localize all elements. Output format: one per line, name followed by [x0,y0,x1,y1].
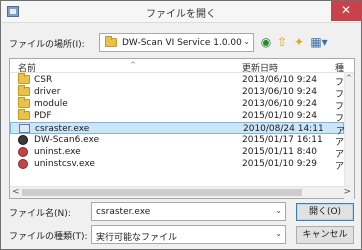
new-folder-icon[interactable]: ✦ [292,35,306,49]
file-name: module [34,99,68,109]
open-file-dialog: ファイルを開く ✕ ファイルの場所(I): DW-Scan VI Service… [0,0,362,250]
location-row: ファイルの場所(I): DW-Scan VI Service 1.0.00 ⌄ … [9,33,359,53]
file-date: 2015/01/17 16:11 [242,135,323,145]
file-date: 2015/01/10 9:24 [242,111,317,121]
scroll-thumb[interactable] [22,189,302,196]
cancel-button[interactable]: キャンセル [296,226,354,244]
file-row[interactable]: CSR 2013/06/10 9:24 フ [10,73,344,88]
file-date: 2013/06/10 9:24 [242,99,317,109]
file-date: 2013/06/10 9:24 [242,75,317,85]
filename-label: ファイル名(N): [9,209,71,219]
location-label: ファイルの場所(I): [9,40,85,50]
close-button[interactable]: ✕ [331,1,361,21]
scroll-right-icon[interactable]: > [343,187,351,197]
scroll-up-icon[interactable]: ^ [346,74,352,82]
column-modified[interactable]: 更新日時 [242,61,278,74]
file-row[interactable]: PDF 2015/01/10 9:24 フ [10,109,344,124]
chevron-down-icon: ⌄ [275,229,282,238]
filetype-value: 実行可能なファイル [96,233,178,243]
file-type: ア [335,162,345,172]
title-bar: ファイルを開く ✕ [1,1,361,23]
list-header: 名前 ^ 更新日時 種 [10,59,354,74]
sort-icon: ^ [130,61,136,69]
file-row[interactable]: module 2013/06/10 9:24 フ [10,97,344,112]
filetype-label: ファイルの種類(T): [9,232,88,242]
filename-field[interactable]: csraster.exe ⌄ [91,202,286,221]
file-name: driver [34,87,61,97]
file-date: 2010/08/24 14:11 [243,124,324,134]
vertical-scrollbar[interactable]: ^ v [344,73,354,199]
location-combo[interactable]: DW-Scan VI Service 1.0.00 ⌄ [99,33,254,52]
open-button[interactable]: 開く(O) [296,203,354,221]
view-menu-icon[interactable]: ▦▾ [309,35,329,49]
folder-icon [105,36,117,49]
file-date: 2013/06/10 9:24 [242,87,317,97]
file-name: CSR [34,75,53,85]
file-date: 2015/01/10 9:29 [242,159,317,169]
chevron-down-icon: ⌄ [275,206,282,215]
file-rows: CSR 2013/06/10 9:24 フ driver 2013/06/10 9:24… [10,73,345,172]
file-row[interactable]: uninst.exe 2015/01/11 8:40 ア [10,146,344,160]
chevron-down-icon: ⌄ [243,37,250,46]
file-name: csraster.exe [35,124,90,134]
file-name: DW-Scan6.exe [34,135,100,145]
filename-value: csraster.exe [96,207,151,217]
location-folder: DW-Scan VI Service 1.0.00 [122,38,242,48]
file-row[interactable]: driver 2013/06/10 9:24 フ [10,85,344,100]
file-row[interactable]: uninstcsv.exe 2015/01/10 9:29 ア [10,158,345,172]
back-icon[interactable]: ◉ [259,35,273,49]
file-name: uninst.exe [34,147,81,157]
file-name: PDF [34,111,52,121]
uninstall-icon [18,159,28,172]
scroll-left-icon[interactable]: < [12,187,20,197]
file-name: uninstcsv.exe [34,159,95,169]
column-type[interactable]: 種 [335,61,344,74]
file-list[interactable]: 名前 ^ 更新日時 種 CSR 2013/06/10 9:24 フ driver 201… [9,58,355,199]
file-row[interactable]: csraster.exe 2010/08/24 14:11 ア [10,122,345,137]
file-row[interactable]: DW-Scan6.exe 2015/01/17 16:11 ア [10,134,344,148]
horizontal-scrollbar[interactable]: < > [10,186,354,198]
folder-icon [18,109,30,122]
file-date: 2015/01/11 8:40 [242,147,317,157]
window-title: ファイルを開く [146,9,216,20]
up-folder-icon[interactable]: ⇧ [275,35,289,49]
filetype-select[interactable]: 実行可能なファイル ⌄ [91,225,286,244]
